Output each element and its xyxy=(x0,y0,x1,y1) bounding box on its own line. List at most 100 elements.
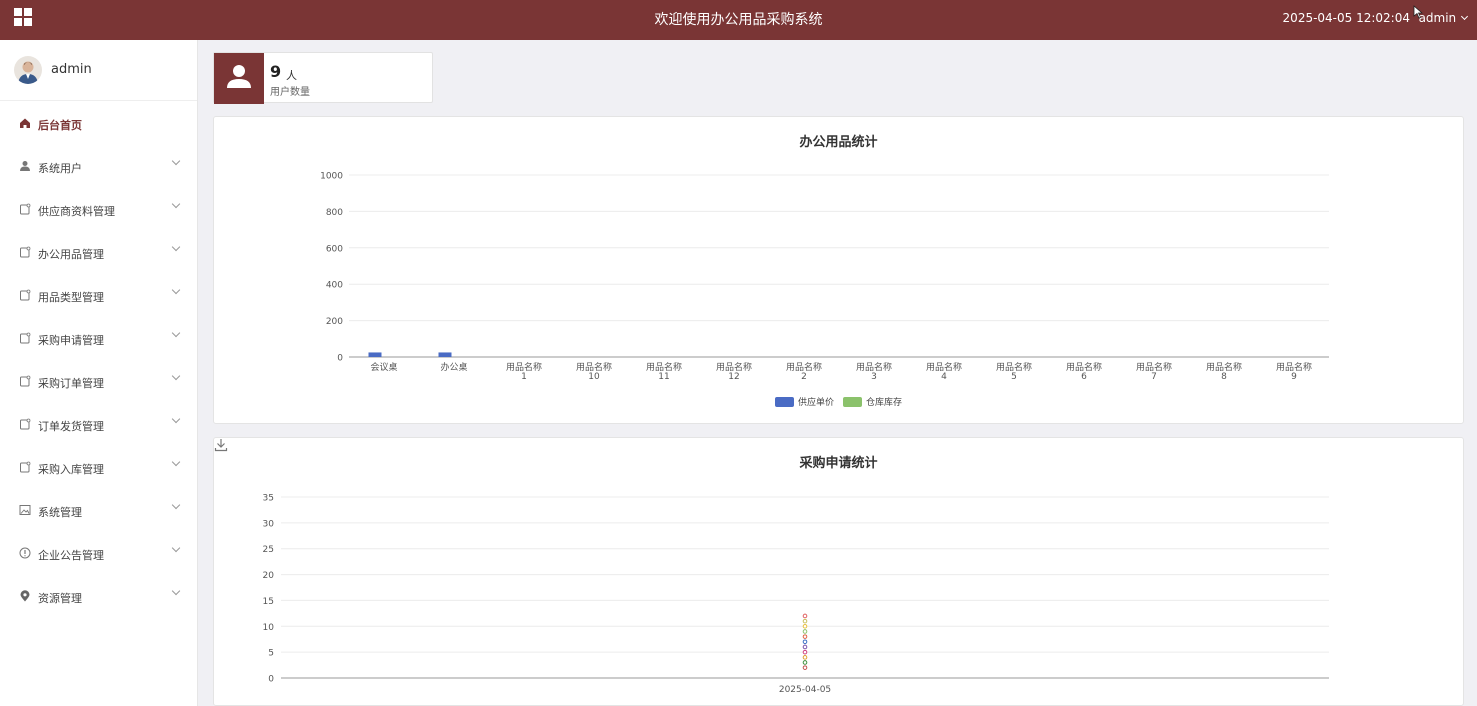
sidebar-item-label: 系统用户 xyxy=(38,162,82,175)
y-tick-label: 25 xyxy=(263,545,274,555)
scatter-point-10[interactable] xyxy=(802,613,808,619)
chevron-down-icon xyxy=(171,328,181,338)
user-count-label: 用户数量 xyxy=(270,87,310,98)
chevron-down-icon xyxy=(171,414,181,424)
user-icon xyxy=(214,53,264,104)
info-icon xyxy=(19,547,31,559)
chevron-down-icon xyxy=(171,586,181,596)
chevron-down-icon xyxy=(171,242,181,252)
y-tick-label: 800 xyxy=(326,208,343,218)
sidebar-item-9[interactable]: 系统管理 xyxy=(0,488,197,531)
scatter-point-8[interactable] xyxy=(802,623,808,629)
tag-icon xyxy=(20,246,31,258)
sidebar-username: admin xyxy=(51,62,92,77)
tag-icon xyxy=(20,375,31,387)
x-tick-label: 7 xyxy=(1151,372,1157,382)
sidebar-item-label: 企业公告管理 xyxy=(38,549,104,562)
sidebar-item-label: 资源管理 xyxy=(38,592,82,605)
legend-swatch[interactable] xyxy=(775,397,794,407)
sidebar-item-label: 订单发货管理 xyxy=(38,420,104,433)
x-tick-label: 3 xyxy=(871,372,877,382)
sidebar-item-label: 采购订单管理 xyxy=(38,377,104,390)
y-tick-label: 200 xyxy=(326,317,343,327)
chevron-down-icon xyxy=(1460,12,1469,21)
scatter-point-2[interactable] xyxy=(802,655,808,660)
sidebar-item-10[interactable]: 企业公告管理 xyxy=(0,531,197,574)
y-tick-label: 600 xyxy=(326,244,343,254)
x-tick-label: 2 xyxy=(801,372,807,382)
sidebar-item-label: 采购申请管理 xyxy=(38,334,104,347)
user-count-card: 9 人 用户数量 xyxy=(213,52,433,104)
tag-icon xyxy=(20,203,31,215)
sidebar-item-5[interactable]: 采购申请管理 xyxy=(0,316,197,359)
tag-icon xyxy=(20,418,31,430)
legend-swatch[interactable] xyxy=(843,397,862,407)
chevron-down-icon xyxy=(171,156,181,166)
sidebar-item-0[interactable]: 后台首页 xyxy=(0,101,197,144)
chevron-down-icon xyxy=(171,500,181,510)
x-tick-label: 6 xyxy=(1081,372,1087,382)
y-tick-label: 35 xyxy=(263,494,274,504)
x-tick-label: 9 xyxy=(1291,372,1297,382)
legend-label[interactable]: 仓库库存 xyxy=(866,396,902,408)
sidebar-item-2[interactable]: 供应商资料管理 xyxy=(0,187,197,230)
chevron-down-icon xyxy=(171,285,181,295)
sidebar-item-11[interactable]: 资源管理 xyxy=(0,574,197,617)
sidebar-item-7[interactable]: 订单发货管理 xyxy=(0,402,197,445)
sidebar-item-label: 办公用品管理 xyxy=(38,248,104,261)
sidebar-item-label: 系统管理 xyxy=(38,506,82,519)
top-bar: 欢迎使用办公用品采购系统 2025-04-05 12:02:04 admin xyxy=(0,0,1477,40)
sidebar-item-3[interactable]: 办公用品管理 xyxy=(0,230,197,273)
avatar[interactable] xyxy=(14,56,42,84)
supplies-chart-panel: 办公用品统计 0 200 400 600 800 1000 会议桌 办公桌 用品名称 1 用品名称 1… xyxy=(213,116,1464,424)
sidebar-menu: 后台首页系统用户供应商资料管理 办公用品管理 用品类型管理 采购申请管理 采购订单管理订… xyxy=(0,101,197,617)
tag-icon xyxy=(20,332,31,344)
user-count-value: 9 xyxy=(270,62,282,81)
user-menu-label: admin xyxy=(1418,11,1457,25)
y-tick-label: 5 xyxy=(268,649,274,659)
tag-icon xyxy=(20,461,31,473)
y-tick-label: 0 xyxy=(268,675,274,685)
tag-icon xyxy=(20,289,31,301)
legend-label[interactable]: 供应单价 xyxy=(798,396,834,408)
x-tick-label: 12 xyxy=(728,372,739,382)
user-menu-button[interactable]: admin xyxy=(1418,11,1469,25)
x-tick-label: 1 xyxy=(521,372,527,382)
sidebar-item-label: 供应商资料管理 xyxy=(38,205,115,218)
y-tick-label: 400 xyxy=(326,281,343,291)
chevron-down-icon xyxy=(171,543,181,553)
y-tick-label: 10 xyxy=(263,623,275,633)
scatter-point-3[interactable] xyxy=(802,649,808,655)
sidebar-item-8[interactable]: 采购入库管理 xyxy=(0,445,197,488)
scatter-point-5[interactable] xyxy=(802,639,808,645)
user-icon xyxy=(20,161,30,171)
x-tick-label: 4 xyxy=(941,372,947,382)
sidebar-item-6[interactable]: 采购订单管理 xyxy=(0,359,197,402)
purchase-scatter-chart: 0 5 10 15 20 25 30 35 2025-04-05 xyxy=(263,494,1329,695)
scatter-point-4[interactable] xyxy=(802,644,808,650)
x-tick-label: 5 xyxy=(1011,372,1017,382)
chevron-down-icon xyxy=(171,199,181,209)
scatter-point-1[interactable] xyxy=(802,660,808,665)
sidebar-item-label: 采购入库管理 xyxy=(38,463,104,476)
bar-供应单价-1[interactable] xyxy=(438,352,452,357)
y-tick-label: 20 xyxy=(263,571,275,581)
scatter-point-9[interactable] xyxy=(802,618,808,624)
sidebar-item-label: 用品类型管理 xyxy=(38,291,104,304)
y-tick-label: 30 xyxy=(263,519,275,529)
x-tick-label: 11 xyxy=(658,372,669,382)
bar-供应单价-0[interactable] xyxy=(368,352,382,357)
sidebar-item-4[interactable]: 用品类型管理 xyxy=(0,273,197,316)
x-tick-label: 10 xyxy=(588,372,600,382)
scatter-point-6[interactable] xyxy=(802,634,808,639)
location-icon xyxy=(20,590,30,602)
scatter-point-7[interactable] xyxy=(802,629,808,634)
sidebar-item-1[interactable]: 系统用户 xyxy=(0,144,197,187)
y-tick-label: 1000 xyxy=(320,172,343,182)
x-tick-label: 2025-04-05 xyxy=(779,685,831,695)
user-count-unit: 人 xyxy=(286,69,297,82)
chevron-down-icon xyxy=(171,371,181,381)
sidebar-item-label: 后台首页 xyxy=(38,119,82,132)
purchase-chart-panel: 采购申请统计 0 5 10 15 20 25 30 35 2025-04-05 xyxy=(213,437,1464,706)
scatter-point-0[interactable] xyxy=(802,665,808,670)
